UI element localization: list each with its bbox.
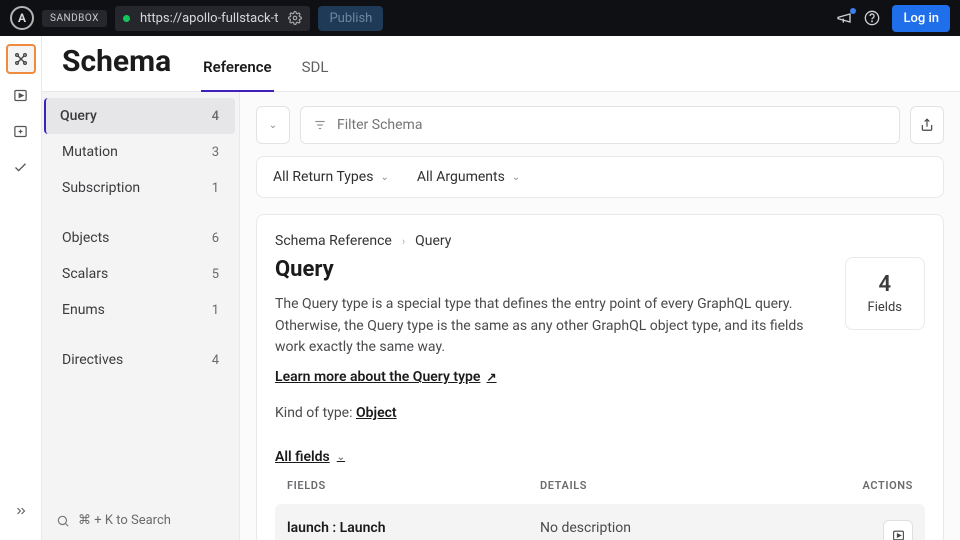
sidebar-item-query[interactable]: Query4	[44, 98, 235, 134]
field-count-box: 4 Fields	[845, 257, 925, 330]
collapse-toggle-button[interactable]: ⌄	[256, 106, 290, 144]
tab-sdl[interactable]: SDL	[300, 58, 331, 92]
col-actions: ACTIONS	[793, 479, 913, 492]
sidebar-item-scalars[interactable]: Scalars5	[46, 256, 235, 292]
gear-icon[interactable]	[288, 11, 302, 25]
endpoint-url[interactable]: https://apollo-fullstack-t	[115, 6, 311, 31]
breadcrumb-current: Query	[415, 233, 451, 249]
chevron-down-icon: ⌄	[269, 120, 277, 131]
page-title: Schema	[62, 44, 171, 91]
nav-rail	[0, 36, 42, 540]
external-link-icon: ↗	[486, 370, 496, 384]
publish-button: Publish	[318, 6, 383, 31]
filter-icon	[313, 118, 327, 132]
field-name: launch : Launch	[287, 520, 540, 536]
chevron-right-icon: ›	[402, 235, 405, 248]
nav-checks-icon[interactable]	[6, 152, 36, 182]
chevron-down-icon: ⌄	[512, 172, 520, 183]
apollo-logo[interactable]: A	[10, 6, 34, 30]
type-description: The Query type is a special type that de…	[275, 294, 825, 359]
search-icon	[56, 514, 70, 528]
run-field-button[interactable]	[883, 520, 913, 540]
sidebar-item-objects[interactable]: Objects6	[46, 220, 235, 256]
login-button[interactable]: Log in	[892, 5, 950, 32]
breadcrumb: Schema Reference › Query	[275, 233, 925, 249]
field-description: No description	[540, 520, 793, 536]
nav-explorer-icon[interactable]	[6, 80, 36, 110]
chevron-down-icon: ⌄	[380, 172, 388, 183]
tab-reference[interactable]: Reference	[201, 58, 273, 92]
sidebar-item-directives[interactable]: Directives4	[46, 342, 235, 378]
status-online-icon	[123, 15, 130, 22]
filter-schema-input[interactable]	[300, 106, 900, 144]
sandbox-badge: SANDBOX	[42, 10, 107, 27]
type-title: Query	[275, 257, 825, 282]
announcements-icon[interactable]	[836, 10, 856, 26]
search-shortcut[interactable]: ⌘ + K to Search	[42, 501, 239, 540]
chevron-down-icon: ⌄	[337, 452, 345, 463]
sidebar-item-subscription[interactable]: Subscription1	[46, 170, 235, 206]
endpoint-url-text: https://apollo-fullstack-t	[140, 11, 279, 26]
nav-expand-icon[interactable]	[6, 496, 36, 526]
share-button[interactable]	[910, 106, 944, 144]
kind-of-type: Kind of type: Object	[275, 405, 925, 421]
schema-sidebar: Query4 Mutation3 Subscription1 Objects6 …	[42, 92, 240, 540]
share-icon	[920, 118, 934, 132]
help-icon[interactable]	[864, 10, 884, 26]
breadcrumb-root[interactable]: Schema Reference	[275, 233, 392, 249]
sidebar-item-enums[interactable]: Enums1	[46, 292, 235, 328]
col-details: DETAILS	[540, 479, 793, 492]
notification-dot-icon	[850, 8, 856, 14]
all-fields-toggle[interactable]: All fields⌄	[275, 449, 345, 465]
learn-more-link[interactable]: Learn more about the Query type↗	[275, 369, 497, 385]
field-row[interactable]: launch : Launch No description idID!	[275, 504, 925, 540]
play-icon	[892, 529, 905, 540]
sidebar-item-mutation[interactable]: Mutation3	[46, 134, 235, 170]
return-types-dropdown[interactable]: All Return Types⌄	[273, 169, 389, 185]
col-fields: FIELDS	[287, 479, 540, 492]
nav-add-icon[interactable]	[6, 116, 36, 146]
kind-link[interactable]: Object	[356, 405, 397, 421]
nav-schema-icon[interactable]	[6, 44, 36, 74]
arguments-dropdown[interactable]: All Arguments⌄	[417, 169, 520, 185]
